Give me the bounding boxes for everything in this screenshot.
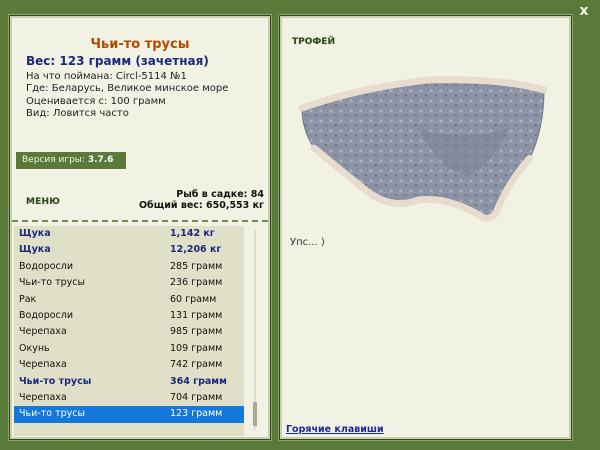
catch-rows: Щука 1,142 кг Щука 12,206 кг Водоросли 285 гр… — [14, 226, 244, 423]
scrollbar[interactable] — [244, 226, 266, 436]
close-button[interactable]: x — [576, 3, 592, 19]
catch-row[interactable]: Черепаха 704 грамм — [14, 390, 244, 406]
catch-name: Щука — [19, 228, 51, 239]
version-label: Версия игры: — [22, 155, 85, 165]
catch-row[interactable]: Водоросли 285 грамм — [14, 259, 244, 275]
catch-weight: 123 грамм — [170, 408, 223, 420]
trophy-comment: Упс... ) — [290, 237, 325, 248]
catch-row[interactable]: Рак 60 грамм — [14, 292, 244, 308]
fish-kind: Вид: Ловится часто — [26, 108, 129, 119]
catch-weight: 285 грамм — [170, 260, 223, 272]
catch-weight: 1,142 кг — [170, 228, 215, 239]
catch-name: Черепаха — [19, 359, 67, 371]
catch-name: Чьи-то трусы — [19, 277, 85, 289]
catch-weight: 109 грамм — [170, 342, 223, 354]
catch-row[interactable]: Щука 12,206 кг — [14, 242, 244, 258]
catch-name: Окунь — [19, 342, 50, 354]
catch-row[interactable]: Окунь 109 грамм — [14, 341, 244, 357]
catch-weight: 704 грамм — [170, 391, 223, 403]
scroll-thumb[interactable] — [253, 402, 257, 426]
fish-info-panel: Чьи-то трусы Вес: 123 грамм (зачетная) Н… — [9, 15, 271, 440]
catch-name: Щука — [19, 244, 51, 256]
fish-weight: Вес: 123 грамм (зачетная) — [26, 54, 209, 68]
catch-name: Черепаха — [19, 391, 67, 403]
catch-weight: 131 грамм — [170, 309, 223, 321]
catch-name: Черепаха — [19, 326, 67, 338]
catch-row[interactable]: Черепаха 742 грамм — [14, 357, 244, 373]
trophy-label: ТРОФЕЙ — [292, 37, 335, 47]
catch-weight: 12,206 кг — [170, 244, 222, 256]
catch-list[interactable]: Щука 1,142 кг Щука 12,206 кг Водоросли 285 гр… — [14, 226, 266, 436]
catch-weight: 742 грамм — [170, 359, 223, 371]
trophy-image — [298, 76, 548, 222]
fish-count: Рыб в садке: 84 — [176, 189, 264, 200]
scroll-track — [254, 230, 256, 430]
version-number: 3.7.6 — [87, 155, 114, 165]
catch-row[interactable]: Чьи-то трусы 123 грамм — [14, 406, 244, 423]
fish-bait: На что поймана: Circl-5114 №1 — [26, 71, 187, 82]
menu-button[interactable]: МЕНЮ — [26, 197, 60, 207]
fish-title: Чьи-то трусы — [90, 37, 190, 52]
catch-name: Рак — [19, 293, 37, 305]
catch-weight: 364 грамм — [170, 375, 227, 387]
version-badge: Версия игры: 3.7.6 — [16, 152, 126, 169]
catch-weight: 236 грамм — [170, 277, 223, 289]
catch-row[interactable]: Щука 1,142 кг — [14, 226, 244, 242]
total-weight: Общий вес: 650,553 кг — [138, 200, 264, 211]
fish-value: Оценивается с: 100 грамм — [26, 96, 166, 107]
catch-name: Чьи-то трусы — [19, 375, 92, 387]
catch-row[interactable]: Водоросли 131 грамм — [14, 308, 244, 324]
divider — [12, 220, 268, 222]
catch-name: Водоросли — [19, 260, 74, 272]
hotkeys-link[interactable]: Горячие клавиши — [286, 424, 384, 435]
catch-row[interactable]: Черепаха 985 грамм — [14, 324, 244, 340]
catch-name: Водоросли — [19, 309, 74, 321]
catch-weight: 60 грамм — [170, 293, 217, 305]
catch-weight: 985 грамм — [170, 326, 223, 338]
catch-row[interactable]: Чьи-то трусы 364 грамм — [14, 374, 244, 390]
trophy-panel: ТРОФЕЙ Упс... ) Горячие клавиши — [279, 15, 572, 440]
catch-name: Чьи-то трусы — [19, 408, 85, 420]
catch-row[interactable]: Чьи-то трусы 236 грамм — [14, 275, 244, 291]
fish-location: Где: Беларусь, Великое минское море — [26, 83, 229, 94]
